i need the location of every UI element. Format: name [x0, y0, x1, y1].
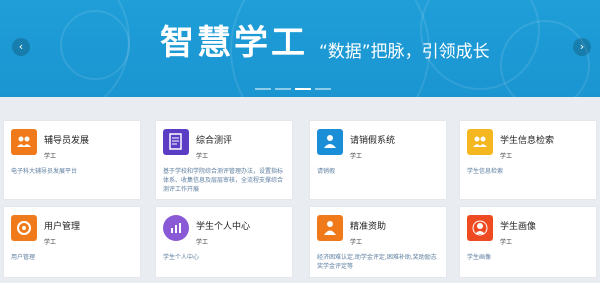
- card-description: 经济困难认定,助学金评定,困难补助,奖助励志奖学金评定等: [317, 254, 437, 270]
- app-card-student-personal-center[interactable]: 学生个人中心 学工 学生个人中心: [155, 206, 293, 278]
- banner-decoration: [60, 10, 130, 80]
- people-icon: [11, 129, 37, 155]
- document-icon: [163, 129, 189, 155]
- app-card-student-portrait[interactable]: 学生画像 学工 学生画像: [459, 206, 597, 278]
- card-title: 学生个人中心: [196, 222, 251, 232]
- card-category: 学工: [196, 239, 209, 246]
- banner-prev-button[interactable]: ‹: [12, 38, 30, 56]
- card-category: 学工: [44, 239, 57, 246]
- card-category: 学工: [44, 153, 57, 160]
- card-title: 精准资助: [350, 222, 387, 232]
- app-card-student-info-search[interactable]: 学生信息检索 学工 学生信息检索: [459, 120, 597, 200]
- card-category: 学工: [350, 153, 363, 160]
- card-title: 综合测评: [196, 136, 233, 146]
- app-card-counselor-development[interactable]: 辅导员发展 学工 电子科大辅导员发展平台: [3, 120, 141, 200]
- card-title: 学生画像: [500, 222, 537, 232]
- card-description: 用户管理: [11, 254, 36, 261]
- user-manage-icon: [11, 215, 37, 241]
- carousel-dot[interactable]: [315, 88, 331, 90]
- profile-icon: [467, 215, 493, 241]
- card-category: 学工: [350, 239, 363, 246]
- app-card-leave-system[interactable]: 请销假系统 学工 请销假: [309, 120, 447, 200]
- banner-decoration: [500, 20, 590, 97]
- card-category: 学工: [196, 153, 209, 160]
- carousel-dot[interactable]: [275, 88, 291, 90]
- card-description: 学生画像: [467, 254, 492, 261]
- people-search-icon: [467, 129, 493, 155]
- hero-banner: ‹ 智慧学工 “数据”把脉，引领成长 ›: [0, 0, 600, 97]
- app-card-user-management[interactable]: 用户管理 学工 用户管理: [3, 206, 141, 278]
- card-title: 用户管理: [44, 222, 81, 232]
- card-title: 请销假系统: [350, 136, 396, 146]
- card-title: 辅导员发展: [44, 136, 90, 146]
- banner-slogan: “数据”把脉，引领成长: [319, 42, 490, 62]
- card-title: 学生信息检索: [500, 136, 555, 146]
- card-description: 学生个人中心: [163, 254, 200, 261]
- card-category: 学工: [500, 239, 513, 246]
- card-description: 学生信息检索: [467, 168, 504, 175]
- app-card-comprehensive-evaluation[interactable]: 综合测评 学工 基于学校和学院综合测评管理办法，设置指标体系、收集信息及层层审核…: [155, 120, 293, 200]
- person-icon: [317, 215, 343, 241]
- card-category: 学工: [500, 153, 513, 160]
- carousel-indicators: [255, 88, 331, 90]
- app-card-precision-aid[interactable]: 精准资助 学工 经济困难认定,助学金评定,困难补助,奖助励志奖学金评定等: [309, 206, 447, 278]
- carousel-dot[interactable]: [255, 88, 271, 90]
- leave-icon: [317, 129, 343, 155]
- carousel-dot-active[interactable]: [295, 88, 311, 90]
- chart-icon: [163, 215, 189, 241]
- card-description: 基于学校和学院综合测评管理办法，设置指标体系、收集信息及层层审核，全流程支撑综合…: [163, 168, 284, 193]
- card-description: 电子科大辅导员发展平台: [11, 168, 78, 175]
- banner-title: 智慧学工: [160, 23, 308, 63]
- card-description: 请销假: [317, 168, 336, 175]
- banner-next-button[interactable]: ›: [573, 38, 591, 56]
